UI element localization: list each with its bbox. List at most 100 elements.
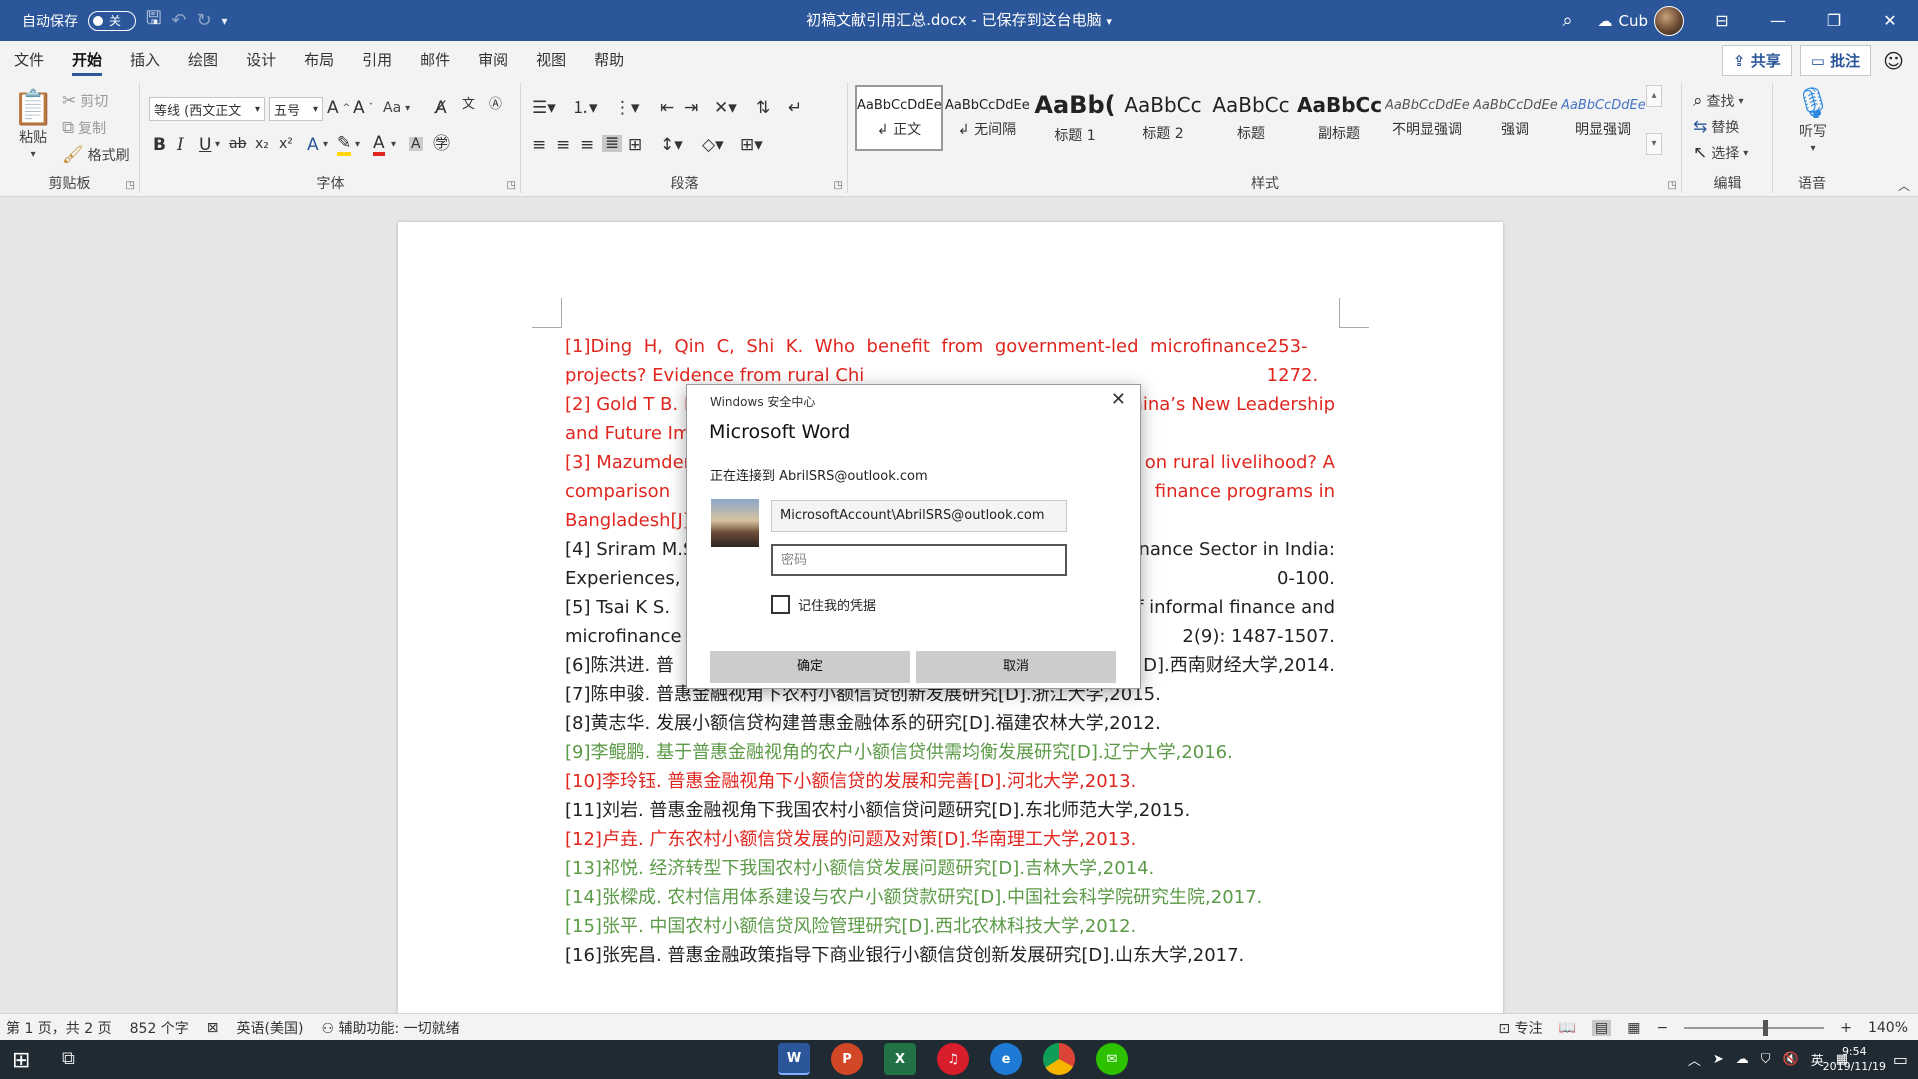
autosave-toggle[interactable]: 关	[88, 10, 136, 31]
gallery-more-icon[interactable]: ▾	[1646, 133, 1662, 155]
task-view-icon[interactable]: ⧉	[62, 1048, 75, 1069]
print-layout-icon[interactable]: ▤	[1592, 1019, 1612, 1036]
bold-icon[interactable]: B	[153, 137, 166, 154]
style-normal[interactable]: AaBbCcDdEe ↲ 正文	[855, 85, 943, 151]
tab-references[interactable]: 引用	[348, 41, 406, 79]
align-right-icon[interactable]: ≡	[580, 137, 594, 154]
notification-icon[interactable]: ▭	[1893, 1050, 1908, 1069]
sort-icon[interactable]: ⇅	[756, 100, 770, 117]
onedrive-icon[interactable]: ☁	[1736, 1052, 1749, 1067]
proofing-icon[interactable]: ⊠	[207, 1020, 219, 1036]
tray-expand-icon[interactable]: ︿	[1688, 1050, 1701, 1069]
zoom-thumb[interactable]	[1763, 1019, 1769, 1036]
character-border-icon[interactable]: Ⓐ	[489, 98, 502, 111]
grow-font-icon[interactable]: A ^	[327, 100, 350, 117]
username-field[interactable]: MicrosoftAccount\AbrilSRS@outlook.com	[771, 500, 1067, 532]
tab-insert[interactable]: 插入	[116, 41, 174, 79]
search-icon[interactable]: ⌕	[1537, 10, 1597, 31]
windows-start-icon[interactable]: ⊞	[12, 1048, 30, 1073]
character-shading-icon[interactable]: A	[409, 137, 423, 151]
replace-button[interactable]: ⇆ 替换	[1693, 117, 1739, 137]
clear-formatting-icon[interactable]: A̸	[435, 100, 447, 117]
style-subtitle[interactable]: AaBbCc 副标题	[1295, 85, 1383, 151]
chinese-layout-icon[interactable]: ✕▾	[714, 100, 737, 117]
font-color-icon[interactable]: A	[373, 135, 385, 156]
underline-icon[interactable]: U	[199, 137, 211, 154]
zoom-out-icon[interactable]: −	[1657, 1020, 1669, 1036]
tab-mailings[interactable]: 邮件	[406, 41, 464, 79]
remember-credentials-checkbox[interactable]: 记住我的凭据	[771, 595, 876, 614]
tray-send-icon[interactable]: ➤	[1713, 1052, 1724, 1067]
tab-design[interactable]: 设计	[232, 41, 290, 79]
line-spacing-icon[interactable]: ↕▾	[660, 137, 683, 154]
strikethrough-icon[interactable]: ab	[229, 137, 246, 151]
password-field[interactable]: 密码	[771, 544, 1067, 576]
ok-button[interactable]: 确定	[710, 651, 910, 683]
powerpoint-app-icon[interactable]: P	[831, 1043, 863, 1075]
netease-music-app-icon[interactable]: ♫	[937, 1043, 969, 1075]
distributed-icon[interactable]: ⊞	[628, 137, 642, 154]
tab-layout[interactable]: 布局	[290, 41, 348, 79]
clock[interactable]: 9:54 2019/11/19	[1823, 1044, 1886, 1074]
share-button[interactable]: ⇪ 共享	[1721, 45, 1792, 76]
dialog-launcher-icon[interactable]: ◳	[1668, 180, 1677, 191]
dialog-launcher-icon[interactable]: ◳	[834, 180, 843, 191]
wechat-app-icon[interactable]: ✉	[1096, 1043, 1128, 1075]
collapse-ribbon-icon[interactable]: ︿	[1898, 177, 1910, 194]
superscript-icon[interactable]: x²	[279, 137, 293, 151]
ribbon-display-options-icon[interactable]: ⊟	[1694, 0, 1750, 41]
tab-file[interactable]: 文件	[0, 41, 58, 79]
font-color-dropdown-icon[interactable]: ▾	[391, 139, 396, 150]
avatar[interactable]	[1654, 5, 1684, 36]
borders-icon[interactable]: ⊞▾	[740, 137, 763, 154]
text-effects-icon[interactable]: A	[307, 137, 319, 154]
chrome-app-icon[interactable]	[1043, 1043, 1075, 1075]
tab-review[interactable]: 审阅	[464, 41, 522, 79]
cut-button[interactable]: ✂ 剪切	[62, 91, 108, 111]
cancel-button[interactable]: 取消	[916, 651, 1116, 683]
close-button[interactable]: ✕	[1862, 0, 1918, 41]
phonetic-guide-icon[interactable]: 文	[462, 98, 475, 111]
shrink-font-icon[interactable]: Aˇ	[353, 100, 373, 117]
feedback-smiley-icon[interactable]: ☺	[1883, 49, 1904, 73]
redo-icon[interactable]: ↻	[196, 10, 211, 31]
highlight-dropdown-icon[interactable]: ▾	[355, 139, 360, 150]
minimize-button[interactable]: —	[1750, 0, 1806, 41]
user-account[interactable]: ☁ Cub	[1597, 5, 1684, 36]
read-mode-icon[interactable]: 📖	[1559, 1020, 1576, 1036]
font-size-select[interactable]: 五号 ▾	[269, 97, 323, 121]
zoom-slider[interactable]	[1684, 1019, 1825, 1036]
font-name-select[interactable]: 等线 (西文正文 ▾	[149, 97, 265, 121]
volume-icon[interactable]: 🔇	[1783, 1052, 1799, 1067]
increase-indent-icon[interactable]: ⇥	[684, 100, 698, 117]
style-title[interactable]: AaBbCc 标题	[1207, 85, 1295, 151]
quick-access-dropdown-icon[interactable]: ▾	[222, 14, 228, 28]
text-effects-dropdown-icon[interactable]: ▾	[323, 139, 328, 150]
accessibility-status[interactable]: ⚇ 辅助功能: 一切就绪	[321, 1018, 459, 1038]
paste-button[interactable]: 📋 粘贴 ▾	[12, 91, 54, 160]
align-left-icon[interactable]: ≡	[532, 137, 546, 154]
align-center-icon[interactable]: ≡	[556, 137, 570, 154]
zoom-in-icon[interactable]: +	[1840, 1020, 1852, 1036]
select-button[interactable]: ↖ 选择 ▾	[1693, 143, 1748, 163]
undo-icon[interactable]: ↶	[171, 10, 186, 31]
justify-icon[interactable]: ≣	[602, 135, 623, 152]
dialog-launcher-icon[interactable]: ◳	[126, 180, 135, 191]
dialog-launcher-icon[interactable]: ◳	[507, 180, 516, 191]
dictate-button[interactable]: 🎙 听写 ▾	[1794, 89, 1832, 155]
show-marks-icon[interactable]: ↵	[788, 100, 802, 117]
save-icon[interactable]: 🖫	[146, 6, 161, 36]
italic-icon[interactable]: I	[177, 137, 184, 154]
tab-draw[interactable]: 绘图	[174, 41, 232, 79]
restore-button[interactable]: ❐	[1806, 0, 1862, 41]
web-layout-icon[interactable]: ▦	[1627, 1020, 1640, 1036]
page-count[interactable]: 第 1 页，共 2 页	[6, 1018, 112, 1038]
copy-button[interactable]: ⧉ 复制	[62, 118, 106, 138]
style-subtle-emphasis[interactable]: AaBbCcDdEe 不明显强调	[1383, 85, 1471, 151]
comments-button[interactable]: ▭ 批注	[1799, 45, 1872, 76]
tab-home[interactable]: 开始	[58, 41, 116, 79]
decrease-indent-icon[interactable]: ⇤	[660, 100, 674, 117]
enclose-characters-icon[interactable]: ㊫	[433, 136, 450, 153]
style-intense-emphasis[interactable]: AaBbCcDdEe 明显强调	[1559, 85, 1647, 151]
tab-help[interactable]: 帮助	[580, 41, 638, 79]
